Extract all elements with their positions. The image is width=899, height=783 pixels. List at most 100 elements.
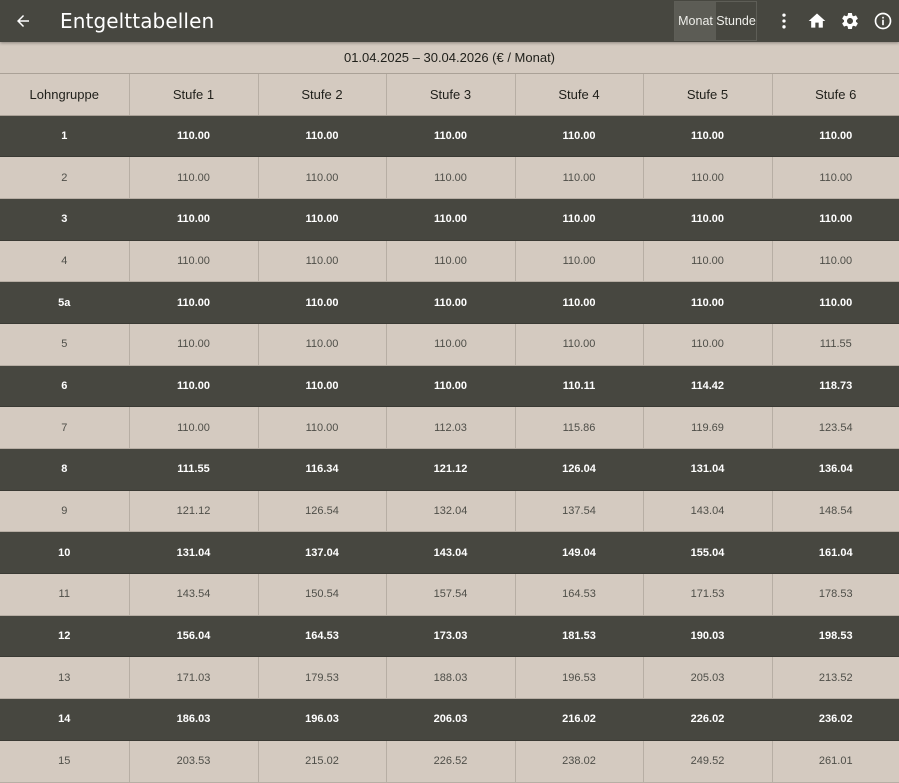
column-header-stufe-2: Stufe 2 [258,74,387,116]
table-row: 1 110.00 110.00 110.00 110.00 110.00 110.00 [0,115,899,158]
salary-cell: 173.03 [386,615,516,658]
page-title: Entgelttabellen [60,9,215,33]
home-button[interactable] [800,0,833,42]
salary-cell: 110.00 [258,240,387,283]
toggle-stunde-button[interactable]: Stunde [716,2,756,40]
salary-cell: 171.53 [643,573,773,616]
salary-cell: 110.00 [515,198,644,241]
table-row: 9 121.12 126.54 132.04 137.54 143.04 148.54 [0,490,899,533]
salary-cell: 110.00 [515,115,644,158]
salary-cell: 110.00 [129,406,259,449]
salary-cell: 213.52 [772,656,899,700]
salary-cell: 190.03 [643,615,773,658]
more-options-button[interactable] [767,0,800,42]
salary-cell: 110.00 [643,323,773,366]
salary-cell: 110.00 [258,365,387,408]
lohngruppe-cell: 3 [0,198,130,241]
salary-cell: 110.00 [258,115,387,158]
salary-cell: 181.53 [515,615,644,658]
info-button[interactable] [866,0,899,42]
salary-cell: 110.00 [386,240,516,283]
lohngruppe-cell: 6 [0,365,130,408]
table-row: 2 110.00 110.00 110.00 110.00 110.00 110.00 [0,156,899,199]
salary-cell: 149.04 [515,531,644,575]
lohngruppe-cell: 12 [0,615,130,658]
home-icon [808,13,825,28]
table-row: 5 110.00 110.00 110.00 110.00 110.00 111.55 [0,323,899,366]
salary-cell: 112.03 [386,406,516,449]
salary-cell: 116.34 [258,448,387,491]
salary-cell: 110.00 [643,240,773,283]
salary-cell: 188.03 [386,656,516,700]
salary-cell: 156.04 [129,615,259,658]
salary-cell: 110.00 [643,156,773,199]
salary-cell: 110.00 [129,156,259,199]
salary-cell: 131.04 [643,448,773,491]
salary-cell: 111.55 [129,448,259,491]
salary-cell: 111.55 [772,323,899,366]
table-row: 13 171.03 179.53 188.03 196.53 205.03 213.52 [0,656,899,700]
salary-cell: 114.42 [643,365,773,408]
salary-cell: 143.04 [386,531,516,575]
salary-cell: 110.00 [772,115,899,158]
table-row: 12 156.04 164.53 173.03 181.53 190.03 198.53 [0,615,899,658]
period-label: 01.04.2025 – 30.04.2026 (€ / Monat) [0,42,899,74]
salary-cell: 132.04 [386,490,516,533]
salary-cell: 157.54 [386,573,516,616]
salary-cell: 110.00 [258,156,387,199]
column-header-stufe-6: Stufe 6 [772,74,899,116]
lohngruppe-cell: 4 [0,240,130,283]
salary-cell: 136.04 [772,448,899,491]
column-header-stufe-4: Stufe 4 [515,74,644,116]
salary-cell: 110.00 [258,406,387,449]
salary-cell: 110.00 [643,115,773,158]
salary-cell: 164.53 [258,615,387,658]
settings-button[interactable] [833,0,866,42]
back-button[interactable] [0,0,46,42]
salary-cell: 110.00 [772,281,899,324]
salary-cell: 148.54 [772,490,899,533]
salary-cell: 110.00 [129,198,259,241]
salary-cell: 206.03 [386,698,516,741]
toggle-monat-button[interactable]: Monat [675,2,716,40]
table-header-row: Lohngruppe Stufe 1 Stufe 2 Stufe 3 Stufe 4 St… [0,74,899,116]
salary-cell: 110.00 [386,198,516,241]
salary-cell: 179.53 [258,656,387,700]
salary-cell: 110.00 [129,281,259,324]
lohngruppe-cell: 5 [0,323,130,366]
salary-cell: 198.53 [772,615,899,658]
salary-cell: 110.00 [643,281,773,324]
salary-cell: 110.00 [258,323,387,366]
salary-cell: 110.00 [515,323,644,366]
salary-cell: 261.01 [772,740,899,783]
lohngruppe-cell: 9 [0,490,130,533]
salary-cell: 110.00 [386,365,516,408]
salary-cell: 186.03 [129,698,259,741]
salary-cell: 155.04 [643,531,773,575]
lohngruppe-cell: 8 [0,448,130,491]
salary-cell: 119.69 [643,406,773,449]
lohngruppe-cell: 13 [0,656,130,700]
table-row: 11 143.54 150.54 157.54 164.53 171.53 178.53 [0,573,899,616]
salary-cell: 178.53 [772,573,899,616]
salary-table: Lohngruppe Stufe 1 Stufe 2 Stufe 3 Stufe 4 St… [0,74,899,783]
salary-cell: 171.03 [129,656,259,700]
unit-toggle: Monat Stunde [674,1,757,41]
column-header-lohngruppe: Lohngruppe [0,74,130,116]
table-row: 3 110.00 110.00 110.00 110.00 110.00 110.00 [0,198,899,241]
salary-cell: 118.73 [772,365,899,408]
lohngruppe-cell: 14 [0,698,130,741]
salary-cell: 110.00 [386,115,516,158]
salary-cell: 123.54 [772,406,899,449]
lohngruppe-cell: 5a [0,281,130,324]
salary-cell: 110.00 [515,240,644,283]
salary-cell: 143.04 [643,490,773,533]
salary-cell: 115.86 [515,406,644,449]
salary-cell: 110.00 [515,281,644,324]
table-row: 6 110.00 110.00 110.00 110.11 114.42 118.73 [0,365,899,408]
table-row: 10 131.04 137.04 143.04 149.04 155.04 161.04 [0,531,899,575]
more-vert-icon [781,13,786,29]
salary-cell: 150.54 [258,573,387,616]
lohngruppe-cell: 15 [0,740,130,783]
lohngruppe-cell: 10 [0,531,130,575]
